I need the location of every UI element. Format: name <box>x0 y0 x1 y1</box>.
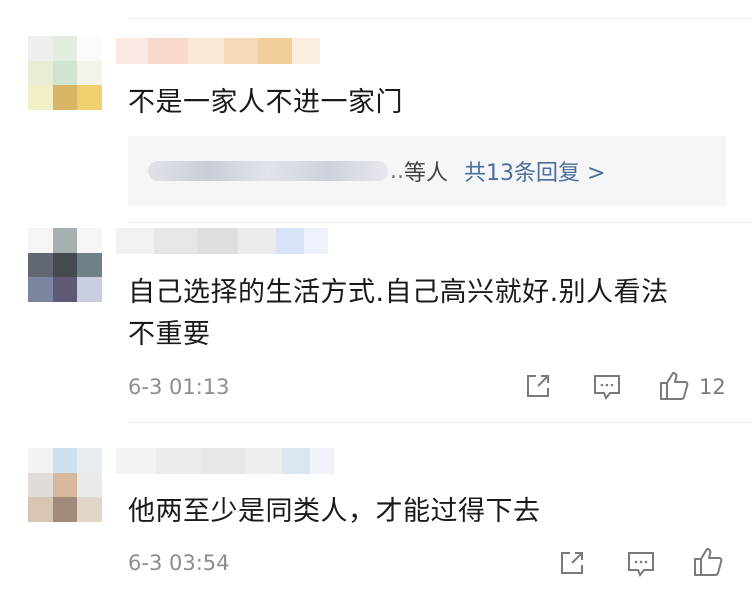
like-icon[interactable] <box>658 370 690 402</box>
comment-text: 他两至少是同类人，才能过得下去 <box>128 496 541 527</box>
view-replies-link[interactable]: 共13条回复 > <box>464 155 605 187</box>
avatar[interactable] <box>28 36 102 110</box>
reply-usernames-blurred <box>148 161 388 181</box>
top-divider <box>128 18 752 19</box>
comment-icon[interactable] <box>592 373 622 401</box>
share-icon[interactable] <box>558 549 586 577</box>
like-icon[interactable] <box>692 546 724 578</box>
comment-text: 自己选择的生活方式.自己高兴就好.别人看法 <box>128 277 669 308</box>
comment-divider <box>128 222 752 223</box>
comment-text: 不是一家人不进一家门 <box>128 87 403 118</box>
share-icon[interactable] <box>524 372 552 400</box>
replies-preview[interactable]: .. 等人 共13条回复 > <box>128 136 726 206</box>
reply-suffix: 等人 <box>404 161 449 186</box>
comment-divider <box>128 422 752 423</box>
avatar[interactable] <box>28 228 102 302</box>
comment-icon[interactable] <box>626 550 656 578</box>
username-pixelated[interactable] <box>116 448 334 474</box>
reply-ellipsis: .. <box>390 158 404 184</box>
timestamp: 6-3 01:13 <box>128 375 230 399</box>
like-count: 12 <box>699 375 726 399</box>
username-pixelated[interactable] <box>116 228 328 254</box>
avatar[interactable] <box>28 448 102 522</box>
username-pixelated[interactable] <box>116 38 320 64</box>
timestamp: 6-3 03:54 <box>128 551 230 575</box>
comment-text-continued: 不重要 <box>128 319 211 350</box>
